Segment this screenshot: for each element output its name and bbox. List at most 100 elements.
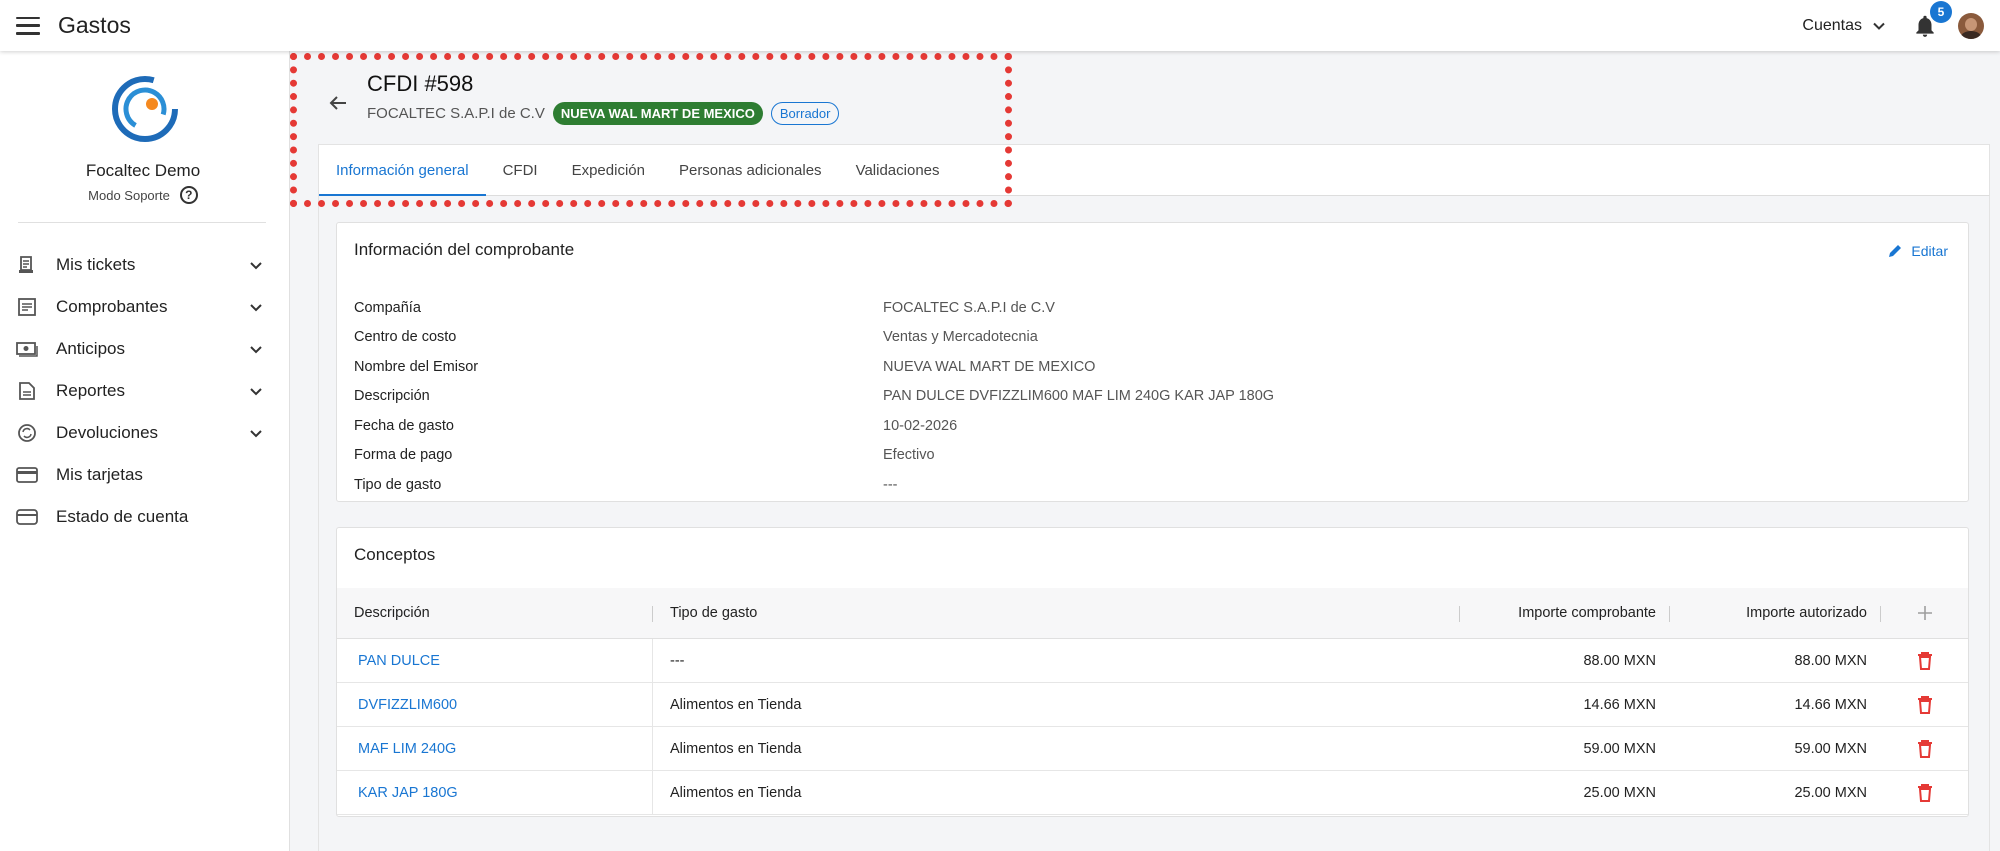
delete-button[interactable] [1881, 771, 1968, 814]
info-row-forma-de-pago: Forma de pago Efectivo [354, 441, 1954, 471]
pencil-icon [1889, 245, 1902, 257]
concept-amount-receipt: 14.66 MXN [1583, 696, 1656, 713]
edit-label: Editar [1911, 243, 1948, 259]
receipt-info-list: Compañía FOCALTEC S.A.P.I de C.V Centro d… [354, 293, 1954, 500]
sidebar-item-label: Estado de cuenta [56, 507, 189, 526]
info-value: 10-02-2026 [883, 417, 958, 434]
info-row-compania: Compañía FOCALTEC S.A.P.I de C.V [354, 293, 1954, 323]
sidebar-item-anticipos[interactable]: Anticipos [0, 328, 286, 370]
concept-expense-type: Alimentos en Tienda [670, 696, 802, 713]
company-name: Focaltec Demo [85, 161, 201, 180]
accounts-menu-button[interactable]: Cuentas [1802, 17, 1886, 35]
delete-button[interactable] [1881, 639, 1968, 682]
concept-description-link[interactable]: MAF LIM 240G [337, 727, 653, 770]
sidebar-divider [18, 222, 266, 223]
sidebar-item-label: Mis tickets [56, 255, 136, 274]
info-label: Compañía [354, 299, 421, 316]
wallet-icon [16, 506, 38, 528]
info-label: Descripción [354, 388, 430, 405]
sidebar-item-reportes[interactable]: Reportes [0, 370, 286, 412]
receipt-info-title: Información del comprobante [354, 240, 575, 259]
column-header-tipo-de-gasto[interactable]: Tipo de gasto [653, 588, 1460, 638]
document-icon [16, 296, 38, 318]
concept-description-link[interactable]: KAR JAP 180G [337, 771, 653, 814]
concept-expense-type: Alimentos en Tienda [670, 740, 802, 757]
concepts-table: Descripción Tipo de gasto Importe compro… [337, 588, 1968, 815]
tab-validaciones[interactable]: Validaciones [839, 145, 957, 195]
tab-informacion-general[interactable]: Información general [319, 145, 486, 196]
sidebar-item-mis-tarjetas[interactable]: Mis tarjetas [0, 454, 286, 496]
chevron-down-icon [250, 304, 262, 312]
chevron-down-icon [250, 388, 262, 396]
issuer-chip: NUEVA WAL MART DE MEXICO [552, 102, 763, 125]
concept-amount-receipt: 25.00 MXN [1583, 784, 1656, 801]
info-value: --- [883, 476, 898, 493]
chevron-down-icon [250, 262, 262, 270]
plus-icon [1917, 606, 1932, 620]
notification-count-badge: 5 [1930, 0, 1952, 23]
sidebar-item-label: Comprobantes [56, 297, 168, 316]
user-avatar[interactable] [1958, 12, 1984, 39]
sidebar-item-label: Reportes [56, 381, 125, 400]
table-header: Descripción Tipo de gasto Importe compro… [337, 588, 1968, 639]
sidebar-item-comprobantes[interactable]: Comprobantes [0, 286, 286, 328]
company-subtitle: FOCALTEC S.A.P.I de C.V [367, 105, 545, 122]
info-value: FOCALTEC S.A.P.I de C.V [883, 299, 1055, 316]
app-title: Gastos [58, 12, 131, 38]
report-icon [16, 380, 38, 402]
sidebar-item-label: Mis tarjetas [56, 465, 143, 484]
info-value: Efectivo [883, 447, 935, 464]
concept-amount-authorized: 14.66 MXN [1794, 696, 1867, 713]
tabs-bar: Información general CFDI Expedición Pers… [318, 144, 1990, 196]
edit-button[interactable]: Editar [1887, 243, 1948, 259]
info-label: Forma de pago [354, 447, 453, 464]
sidebar-nav: Mis tickets Comprobantes Anticipos Repor… [0, 244, 286, 538]
delete-button[interactable] [1881, 727, 1968, 770]
concept-description-link[interactable]: PAN DULCE [337, 639, 653, 682]
tab-expedicion[interactable]: Expedición [555, 145, 662, 195]
table-row: MAF LIM 240G Alimentos en Tienda 59.00 M… [337, 727, 1968, 771]
tab-personas-adicionales[interactable]: Personas adicionales [662, 145, 839, 195]
concept-amount-authorized: 88.00 MXN [1794, 652, 1867, 669]
concept-expense-type: --- [670, 652, 685, 669]
chevron-down-icon [250, 430, 262, 438]
table-row: DVFIZZLIM600 Alimentos en Tienda 14.66 M… [337, 683, 1968, 727]
concept-description-link[interactable]: DVFIZZLIM600 [337, 683, 653, 726]
page-title: CFDI #598 [367, 71, 474, 96]
sidebar-item-devoluciones[interactable]: Devoluciones [0, 412, 286, 454]
help-icon[interactable]: ? [179, 186, 198, 204]
notifications-button[interactable]: 5 [1912, 0, 1952, 39]
tab-content: Información del comprobante Editar Compa… [318, 196, 1990, 851]
info-label: Nombre del Emisor [354, 358, 479, 375]
column-header-descripcion[interactable]: Descripción [337, 588, 653, 638]
support-mode-label: Modo Soporte [88, 187, 170, 203]
column-header-importe-comprobante[interactable]: Importe comprobante [1460, 588, 1670, 638]
table-row: PAN DULCE --- 88.00 MXN 88.00 MXN [337, 639, 1968, 683]
tab-cfdi[interactable]: CFDI [486, 145, 555, 195]
column-header-importe-autorizado[interactable]: Importe autorizado [1670, 588, 1881, 638]
money-icon [16, 338, 38, 360]
status-badge: Borrador [770, 102, 840, 125]
delete-button[interactable] [1881, 683, 1968, 726]
sidebar-item-estado-de-cuenta[interactable]: Estado de cuenta [0, 496, 286, 538]
menu-icon[interactable] [16, 16, 40, 35]
info-row-fecha-de-gasto: Fecha de gasto 10-02-2026 [354, 411, 1954, 441]
sidebar-item-label: Anticipos [56, 339, 125, 358]
card-icon [16, 464, 38, 486]
top-app-bar: Gastos Cuentas 5 [0, 0, 2000, 51]
trash-icon [1917, 783, 1932, 802]
add-concept-button[interactable] [1881, 588, 1968, 638]
sidebar-item-mis-tickets[interactable]: Mis tickets [0, 244, 286, 286]
main-content: CFDI #598 FOCALTEC S.A.P.I de C.V NUEVA … [290, 51, 2000, 851]
concepts-title: Conceptos [354, 545, 436, 564]
back-arrow-icon[interactable] [326, 91, 350, 115]
concept-amount-authorized: 25.00 MXN [1794, 784, 1867, 801]
sidebar-item-label: Devoluciones [56, 423, 159, 442]
sidebar: Focaltec Demo Modo Soporte ? Mis tickets… [0, 51, 290, 851]
receipt-info-card: Información del comprobante Editar Compa… [336, 222, 1969, 502]
accounts-label: Cuentas [1802, 16, 1862, 34]
concept-amount-receipt: 59.00 MXN [1583, 740, 1656, 757]
info-row-descripcion: Descripción PAN DULCE DVFIZZLIM600 MAF LI… [354, 382, 1954, 412]
info-label: Tipo de gasto [354, 476, 442, 493]
concept-amount-authorized: 59.00 MXN [1794, 740, 1867, 757]
